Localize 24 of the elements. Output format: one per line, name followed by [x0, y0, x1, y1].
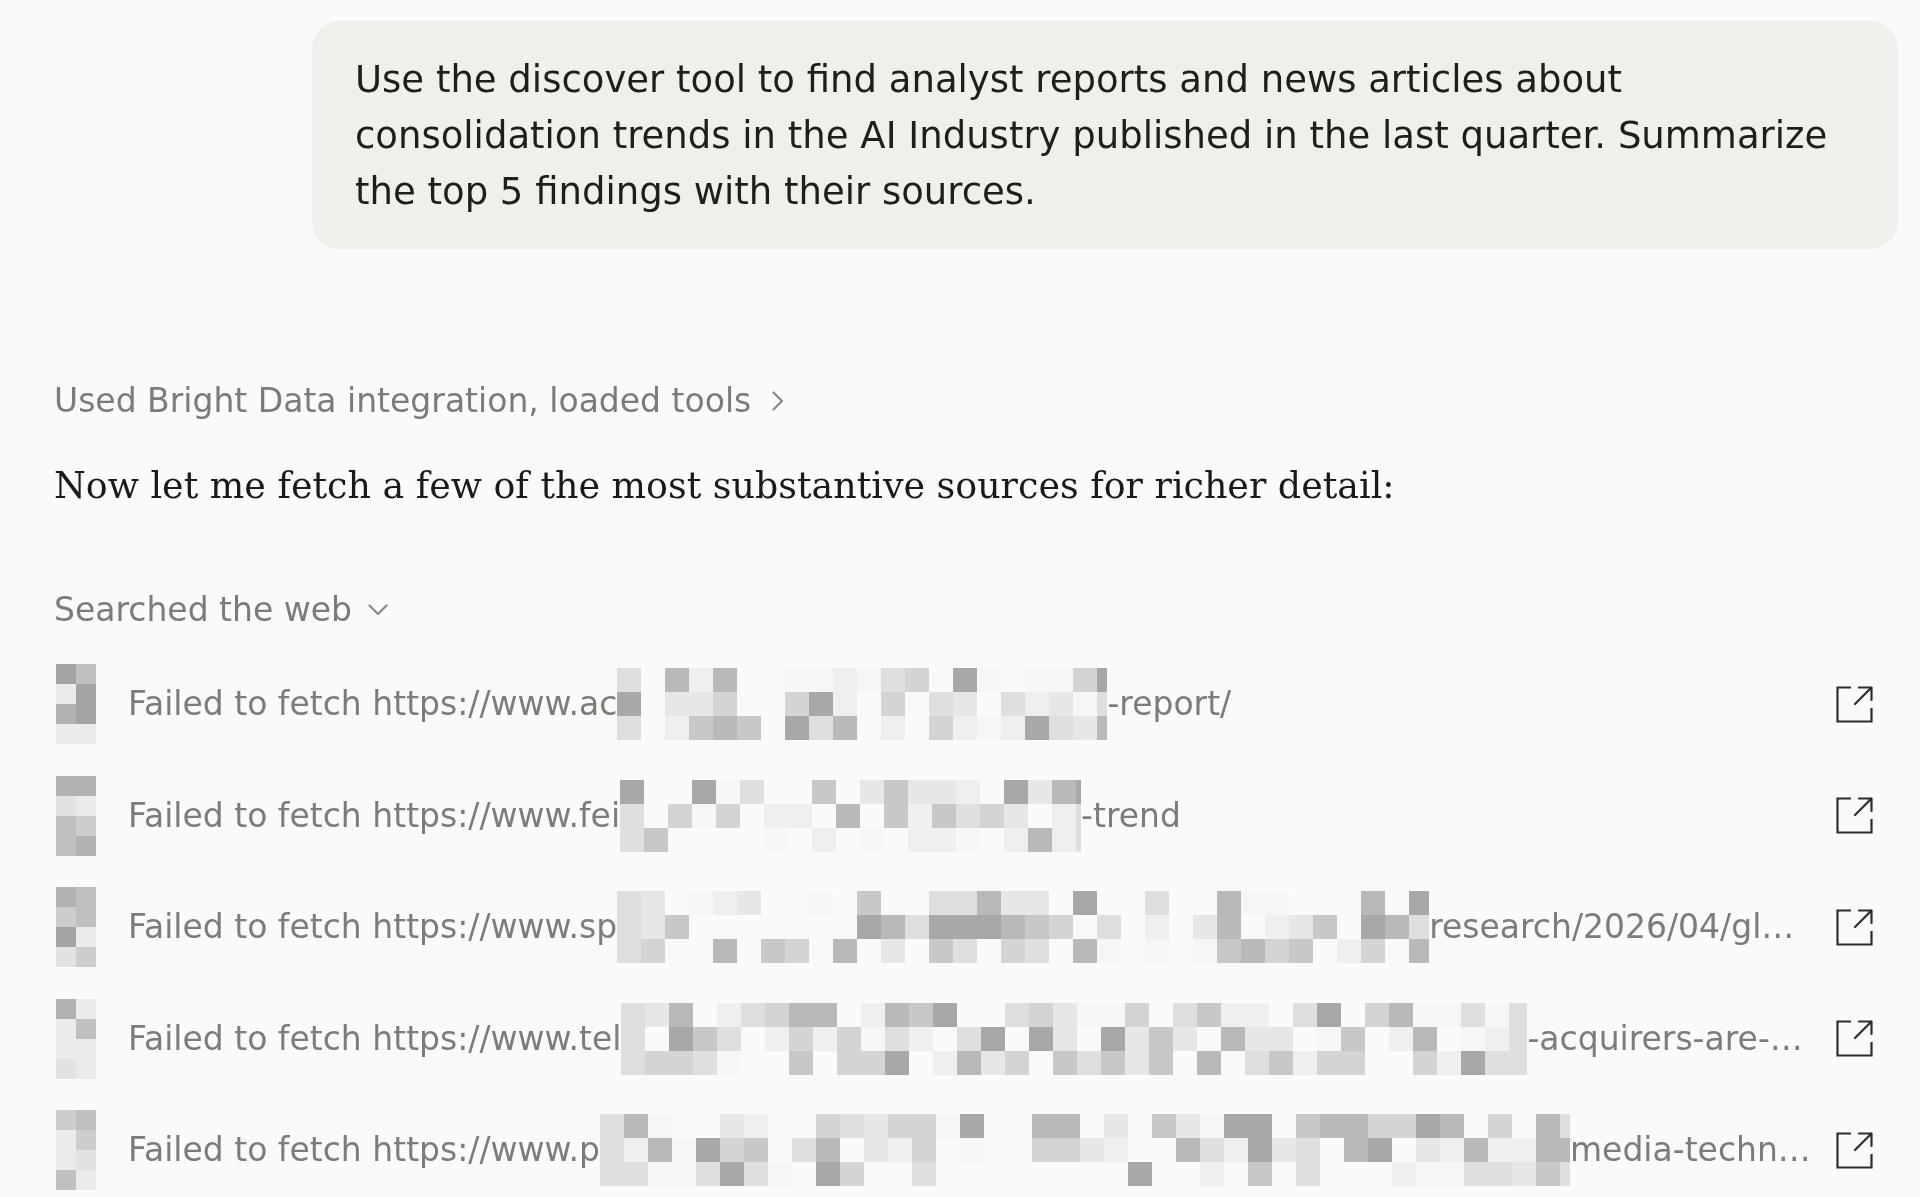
- assistant-message: Now let me fetch a few of the most substantive sources for richer detail:: [54, 463, 1396, 509]
- url-fragment-text: -trend: [1081, 794, 1181, 837]
- fetch-error-text: Failed to fetch https://www.tel: [128, 1017, 622, 1060]
- fetch-error-text: Failed to fetch https://www.fei: [128, 794, 621, 837]
- pixelated-favicon-icon: [56, 664, 96, 744]
- external-link-icon[interactable]: [1836, 685, 1873, 723]
- fetch-error-text: Failed to fetch https://www.p: [128, 1129, 600, 1171]
- user-message-bubble: Use the discover tool to find analyst reports and news articles about consolidation trends in the AI Industry published in the last quarter. Summarize the top 5 findings with their sources.: [312, 21, 1898, 249]
- fetch-error-text: Failed to fetch https://www.sp: [128, 906, 618, 948]
- fetch-error-text: Failed to fetch https://www.ac: [128, 683, 618, 725]
- url-fragment-text: research/2026/04/gl…: [1429, 906, 1795, 948]
- web-search-toggle[interactable]: Searched the web: [54, 588, 388, 632]
- url-fragment-text: media-techn…: [1569, 1129, 1811, 1171]
- pixelated-favicon-icon: [56, 887, 96, 967]
- pixelated-favicon-icon: [56, 1110, 96, 1190]
- pixelated-favicon-icon: [56, 998, 96, 1079]
- tool-summary-toggle[interactable]: Used Bright Data integration, loaded tools: [54, 379, 785, 423]
- external-link-icon[interactable]: [1836, 1020, 1873, 1057]
- external-link-icon[interactable]: [1836, 797, 1873, 834]
- url-fragment-text: -report/: [1107, 683, 1232, 725]
- external-link-icon[interactable]: [1836, 908, 1873, 946]
- url-fragment-text: -acquirers-are-…: [1527, 1017, 1803, 1060]
- pixelated-favicon-icon: [56, 775, 96, 856]
- external-link-icon[interactable]: [1836, 1131, 1873, 1169]
